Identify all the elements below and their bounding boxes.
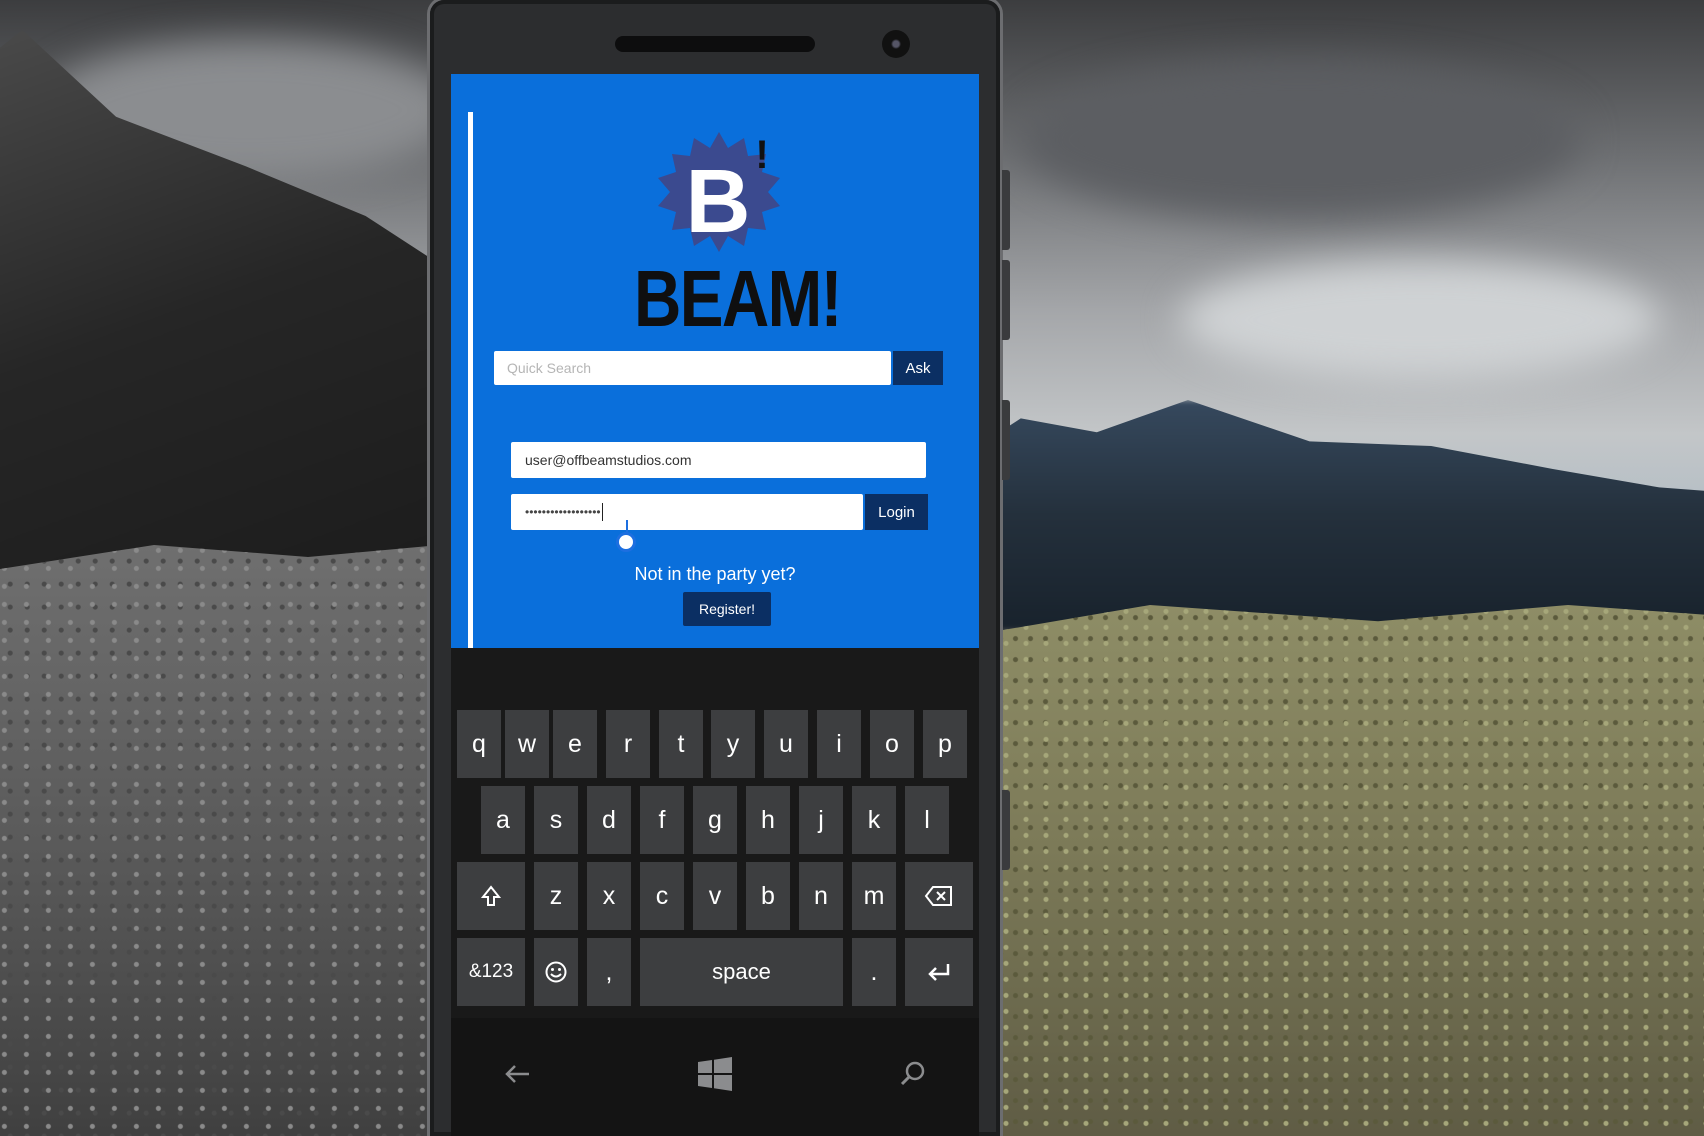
shift-key[interactable] — [457, 862, 525, 930]
caret-handle-stem — [626, 520, 628, 532]
key-r[interactable]: r — [606, 710, 650, 778]
key-g[interactable]: g — [693, 786, 737, 854]
key-j[interactable]: j — [799, 786, 843, 854]
search-button[interactable] — [891, 1052, 935, 1096]
key-f[interactable]: f — [640, 786, 684, 854]
volume-button — [1002, 170, 1010, 250]
period-key[interactable]: . — [852, 938, 896, 1006]
key-d[interactable]: d — [587, 786, 631, 854]
key-s[interactable]: s — [534, 786, 578, 854]
camera-button — [1002, 790, 1010, 870]
phone-device: B ! BEAM! Ask user@offbeamstudios.com ••… — [430, 0, 1010, 1136]
search-icon — [900, 1061, 925, 1086]
comma-key[interactable]: , — [587, 938, 631, 1006]
enter-icon — [928, 964, 950, 981]
key-b[interactable]: b — [746, 862, 790, 930]
key-k[interactable]: k — [852, 786, 896, 854]
on-screen-keyboard: q w e r t y u i o p a s d f g h j k l z … — [451, 648, 979, 1018]
beam-wordmark: BEAM! — [634, 254, 842, 343]
beam-logo-badge: B ! — [658, 132, 780, 252]
back-arrow-icon — [505, 1065, 529, 1083]
key-h[interactable]: h — [746, 786, 790, 854]
phone-screen: B ! BEAM! Ask user@offbeamstudios.com ••… — [451, 74, 979, 1136]
windows-nav-bar — [451, 1018, 979, 1136]
phone-speaker — [615, 36, 815, 52]
emoji-key[interactable] — [534, 938, 578, 1006]
backspace-icon — [924, 886, 952, 906]
start-button[interactable] — [693, 1052, 737, 1096]
key-m[interactable]: m — [852, 862, 896, 930]
back-button[interactable] — [495, 1052, 539, 1096]
symbols-key[interactable]: &123 — [457, 938, 525, 1006]
volume-button — [1002, 260, 1010, 340]
register-prompt: Not in the party yet? — [634, 564, 796, 584]
lichen-rock-right — [960, 605, 1704, 1136]
ask-button[interactable]: Ask — [893, 351, 943, 385]
key-x[interactable]: x — [587, 862, 631, 930]
search-input[interactable] — [494, 351, 891, 385]
camera-icon — [882, 30, 910, 58]
rock-left — [0, 545, 440, 1136]
emoji-icon — [545, 961, 567, 983]
key-i[interactable]: i — [817, 710, 861, 778]
email-field[interactable]: user@offbeamstudios.com — [511, 442, 926, 478]
power-button — [1002, 400, 1010, 480]
key-o[interactable]: o — [870, 710, 914, 778]
key-z[interactable]: z — [534, 862, 578, 930]
key-v[interactable]: v — [693, 862, 737, 930]
key-q[interactable]: q — [457, 710, 501, 778]
password-mask: •••••••••••••••••• — [525, 505, 601, 519]
key-t[interactable]: t — [659, 710, 703, 778]
enter-key[interactable] — [905, 938, 973, 1006]
email-value: user@offbeamstudios.com — [525, 452, 692, 468]
logo-exclaim: ! — [755, 133, 768, 177]
key-c[interactable]: c — [640, 862, 684, 930]
password-field[interactable]: •••••••••••••••••• — [511, 494, 863, 530]
cloud — [1180, 260, 1660, 380]
windows-logo-icon — [698, 1057, 732, 1091]
key-l[interactable]: l — [905, 786, 949, 854]
key-a[interactable]: a — [481, 786, 525, 854]
key-y[interactable]: y — [711, 710, 755, 778]
logo-letter: B — [686, 152, 751, 252]
backspace-key[interactable] — [905, 862, 973, 930]
space-key[interactable]: space — [640, 938, 843, 1006]
register-button[interactable]: Register! — [683, 592, 771, 626]
key-w[interactable]: w — [505, 710, 549, 778]
key-u[interactable]: u — [764, 710, 808, 778]
key-n[interactable]: n — [799, 862, 843, 930]
beam-login-page: B ! BEAM! Ask user@offbeamstudios.com ••… — [451, 74, 979, 648]
text-caret — [601, 503, 603, 521]
key-p[interactable]: p — [923, 710, 967, 778]
caret-handle[interactable] — [616, 532, 636, 552]
shift-icon — [480, 885, 502, 906]
cloud — [1020, 60, 1580, 220]
key-e[interactable]: e — [553, 710, 597, 778]
login-button[interactable]: Login — [865, 494, 928, 530]
